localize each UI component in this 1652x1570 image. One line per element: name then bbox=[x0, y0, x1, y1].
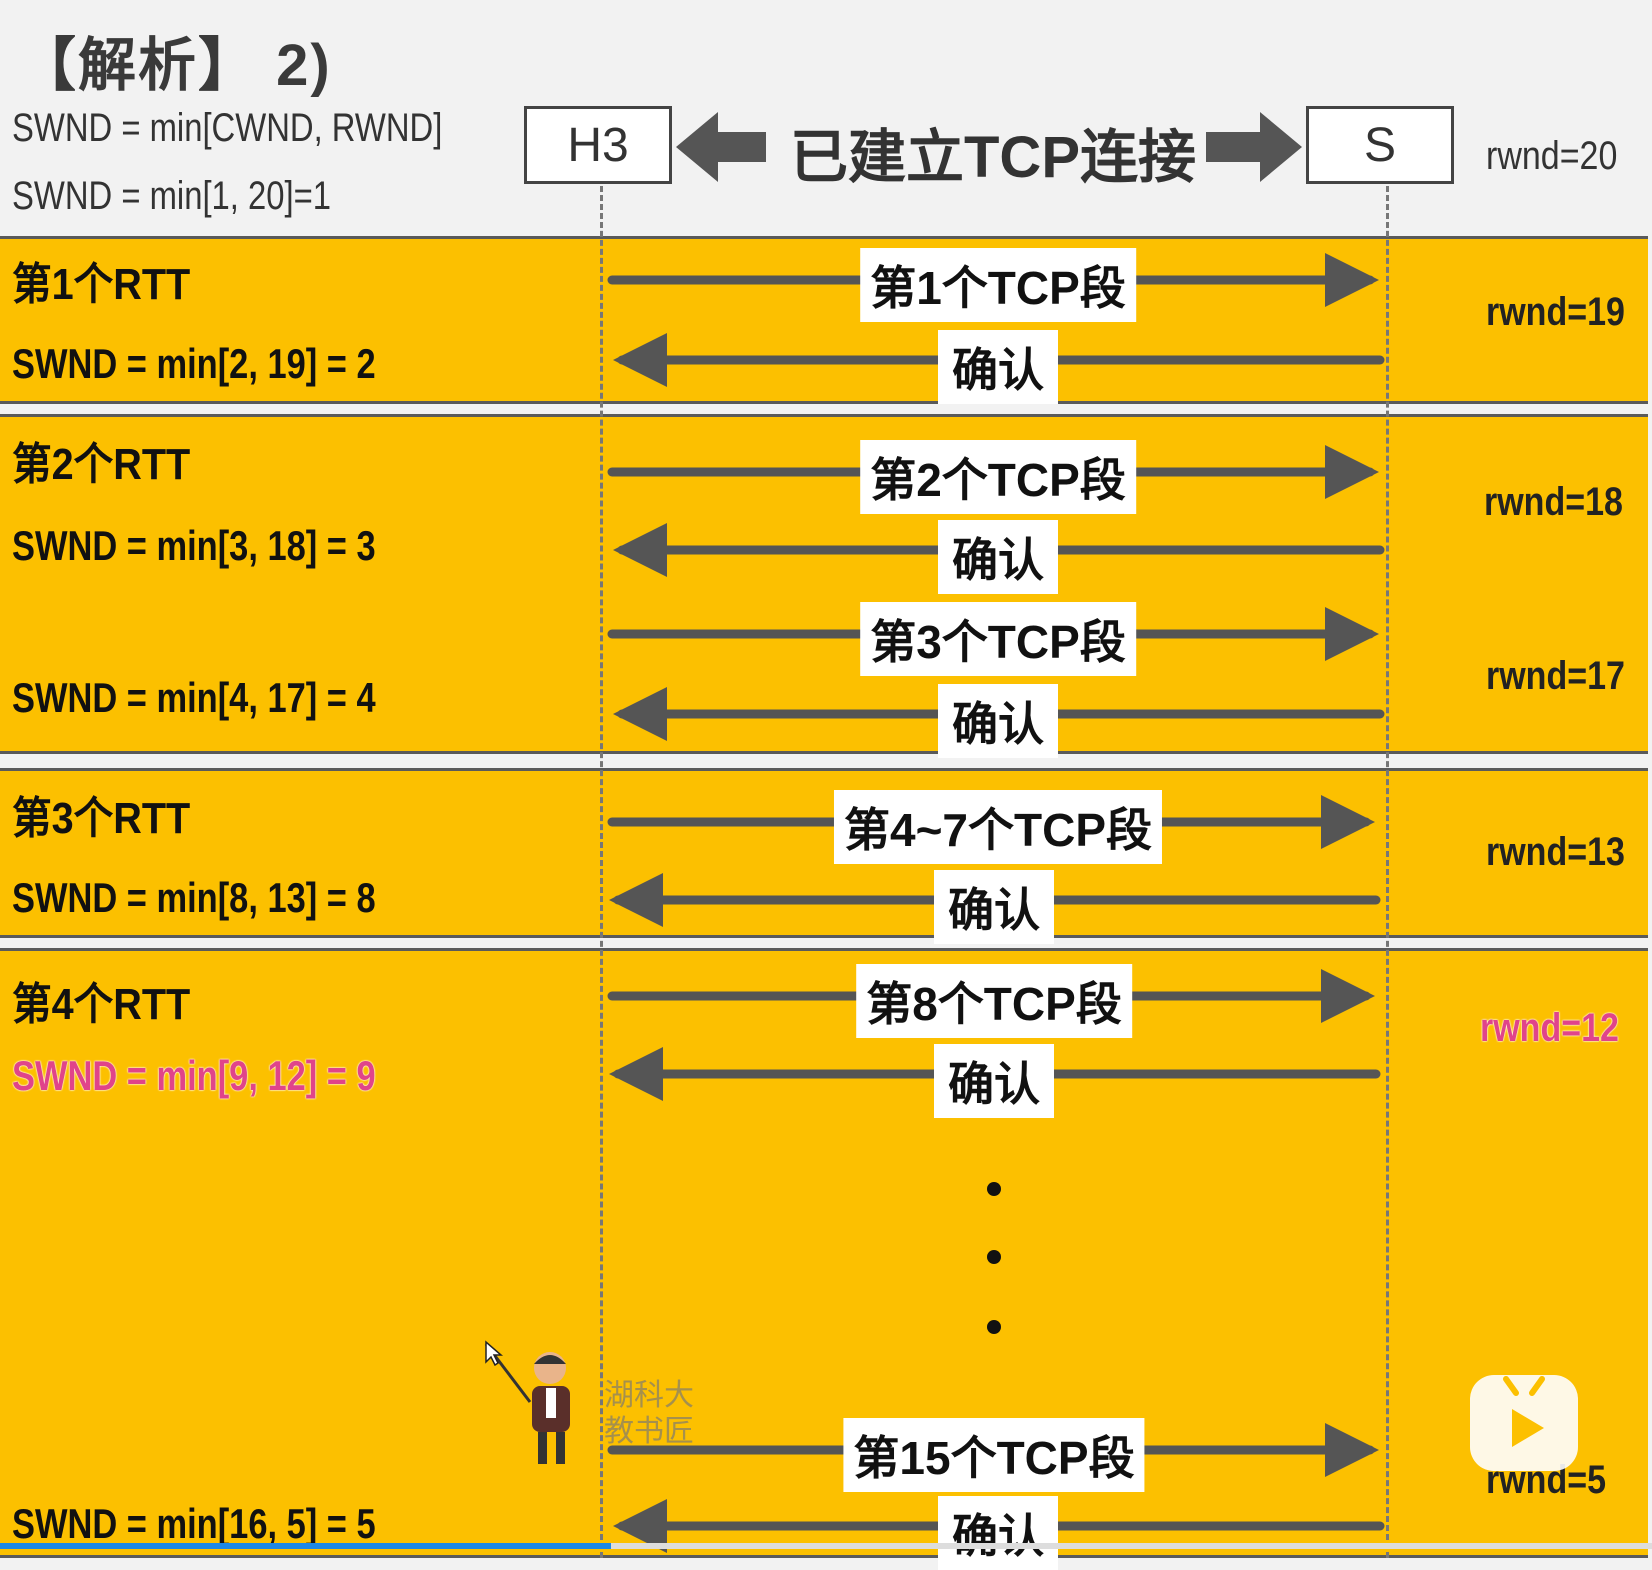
segment-2-label: 第2个TCP段 bbox=[860, 440, 1136, 514]
rtt-1-label: 第1个RTT bbox=[12, 260, 191, 309]
rtt-2-label: 第2个RTT bbox=[12, 440, 191, 489]
watermark-line-1: 湖科大 bbox=[604, 1379, 694, 1412]
rwnd-12-highlight: rwnd=12 bbox=[1480, 1006, 1619, 1050]
message-arrows bbox=[607, 253, 1385, 1553]
rtt-4-swnd-highlight: SWND = min[9, 12] = 9 bbox=[12, 1052, 376, 1099]
rwnd-13: rwnd=13 bbox=[1486, 830, 1625, 874]
segment-15-label: 第15个TCP段 bbox=[843, 1418, 1145, 1492]
ack-3-label: 确认 bbox=[938, 684, 1058, 758]
watermark-line-2: 教书匠 bbox=[604, 1415, 694, 1448]
ack-1-label: 确认 bbox=[938, 330, 1058, 404]
rtt-3-swnd: SWND = min[8, 13] = 8 bbox=[12, 874, 376, 921]
segment-1-label: 第1个TCP段 bbox=[860, 248, 1136, 322]
play-icon bbox=[1503, 1376, 1545, 1447]
rtt-1-swnd: SWND = min[2, 19] = 2 bbox=[12, 340, 376, 387]
ack-15-label: 确认 bbox=[938, 1496, 1058, 1570]
segment-8-label: 第8个TCP段 bbox=[856, 964, 1132, 1038]
rtt-2-swnd-a: SWND = min[3, 18] = 3 bbox=[12, 522, 376, 569]
rwnd-17: rwnd=17 bbox=[1486, 654, 1625, 698]
ack-4-7-label: 确认 bbox=[934, 870, 1054, 944]
rwnd-19: rwnd=19 bbox=[1486, 290, 1625, 334]
ellipsis-dot bbox=[987, 1250, 1001, 1264]
segment-3-label: 第3个TCP段 bbox=[860, 602, 1136, 676]
rtt-4-label: 第4个RTT bbox=[12, 980, 191, 1029]
mouse-cursor-icon bbox=[485, 1340, 504, 1366]
ack-2-label: 确认 bbox=[938, 520, 1058, 594]
video-progress-bar[interactable] bbox=[0, 1543, 611, 1549]
video-progress-track[interactable] bbox=[611, 1543, 1652, 1549]
ellipsis-dot bbox=[987, 1182, 1001, 1196]
play-button[interactable] bbox=[1470, 1375, 1578, 1471]
rwnd-18: rwnd=18 bbox=[1484, 480, 1623, 524]
rtt-3-label: 第3个RTT bbox=[12, 794, 191, 843]
rtt-2-swnd-b: SWND = min[4, 17] = 4 bbox=[12, 674, 376, 721]
segment-4-7-label: 第4~7个TCP段 bbox=[833, 790, 1163, 864]
watermark: 湖科大 教书匠 bbox=[604, 1378, 694, 1450]
ellipsis-dot bbox=[987, 1320, 1001, 1334]
rtt-4-swnd-final: SWND = min[16, 5] = 5 bbox=[12, 1500, 376, 1547]
ack-8-label: 确认 bbox=[934, 1044, 1054, 1118]
